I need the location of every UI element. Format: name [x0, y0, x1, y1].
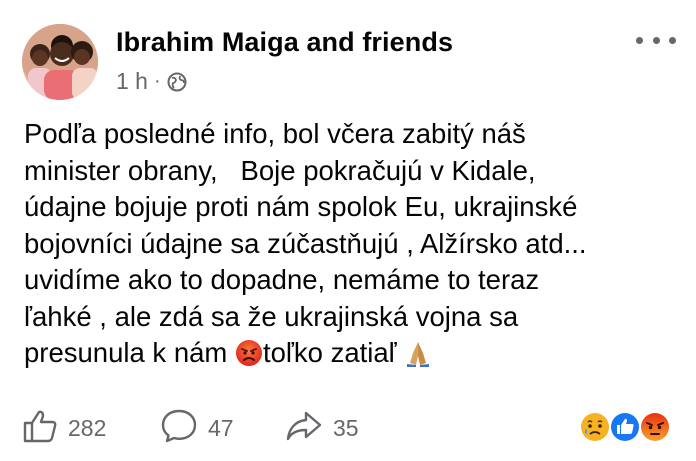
thumbs-up-icon [22, 408, 58, 449]
post-footer: 282 47 35 [0, 408, 696, 452]
post-text-line: Podľa posledné info, bol včera zabitý ná… [24, 118, 526, 149]
post-text-line: bojovníci údajne sa zúčastňujú , Alžírsk… [24, 227, 587, 259]
post-meta: 1 h · [116, 66, 187, 96]
folded-hands-emoji [404, 339, 432, 367]
post-text-line: údajne bojuje proti nám spolok Eu, ukraj… [24, 191, 578, 222]
sad-reaction-icon [578, 410, 612, 444]
comment-button[interactable]: 47 [160, 408, 234, 448]
like-count: 282 [68, 414, 107, 441]
share-arrow-icon [285, 408, 323, 449]
post-text: Podľa posledné info, bol včera zabitý ná… [24, 116, 684, 372]
angry-face-emoji [235, 339, 263, 367]
share-count: 35 [333, 414, 359, 441]
globe-icon [167, 71, 187, 92]
reactions-summary[interactable] [578, 410, 678, 446]
share-button[interactable]: 35 [285, 408, 359, 448]
angry-reaction-icon [638, 410, 672, 444]
more-options-icon[interactable] [636, 30, 676, 50]
post-text-line: uvidíme ako to dopadne, nemáme to teraz [24, 264, 540, 295]
post-text-line: minister obrany, Boje pokračujú v Kidale… [24, 154, 536, 186]
post-text-last-line: presunula k nám toľko zatiaľ [24, 335, 684, 372]
post-text-segment: toľko zatiaľ [262, 337, 405, 368]
post-text-line: ľahké , ale zdá sa že ukrajinská vojna s… [24, 300, 519, 332]
meta-separator: · [153, 69, 161, 92]
post-time[interactable]: 1 h [116, 68, 148, 95]
post-text-segment: presunula k nám [24, 337, 235, 368]
comment-count: 47 [208, 414, 234, 441]
avatar[interactable] [22, 24, 98, 100]
like-reaction-icon [608, 410, 642, 444]
comment-bubble-icon [160, 408, 198, 449]
like-button[interactable]: 282 [22, 408, 106, 448]
author-name[interactable]: Ibrahim Maiga and friends [116, 27, 453, 58]
facebook-post: Ibrahim Maiga and friends 1 h · Podľa po… [0, 0, 696, 461]
